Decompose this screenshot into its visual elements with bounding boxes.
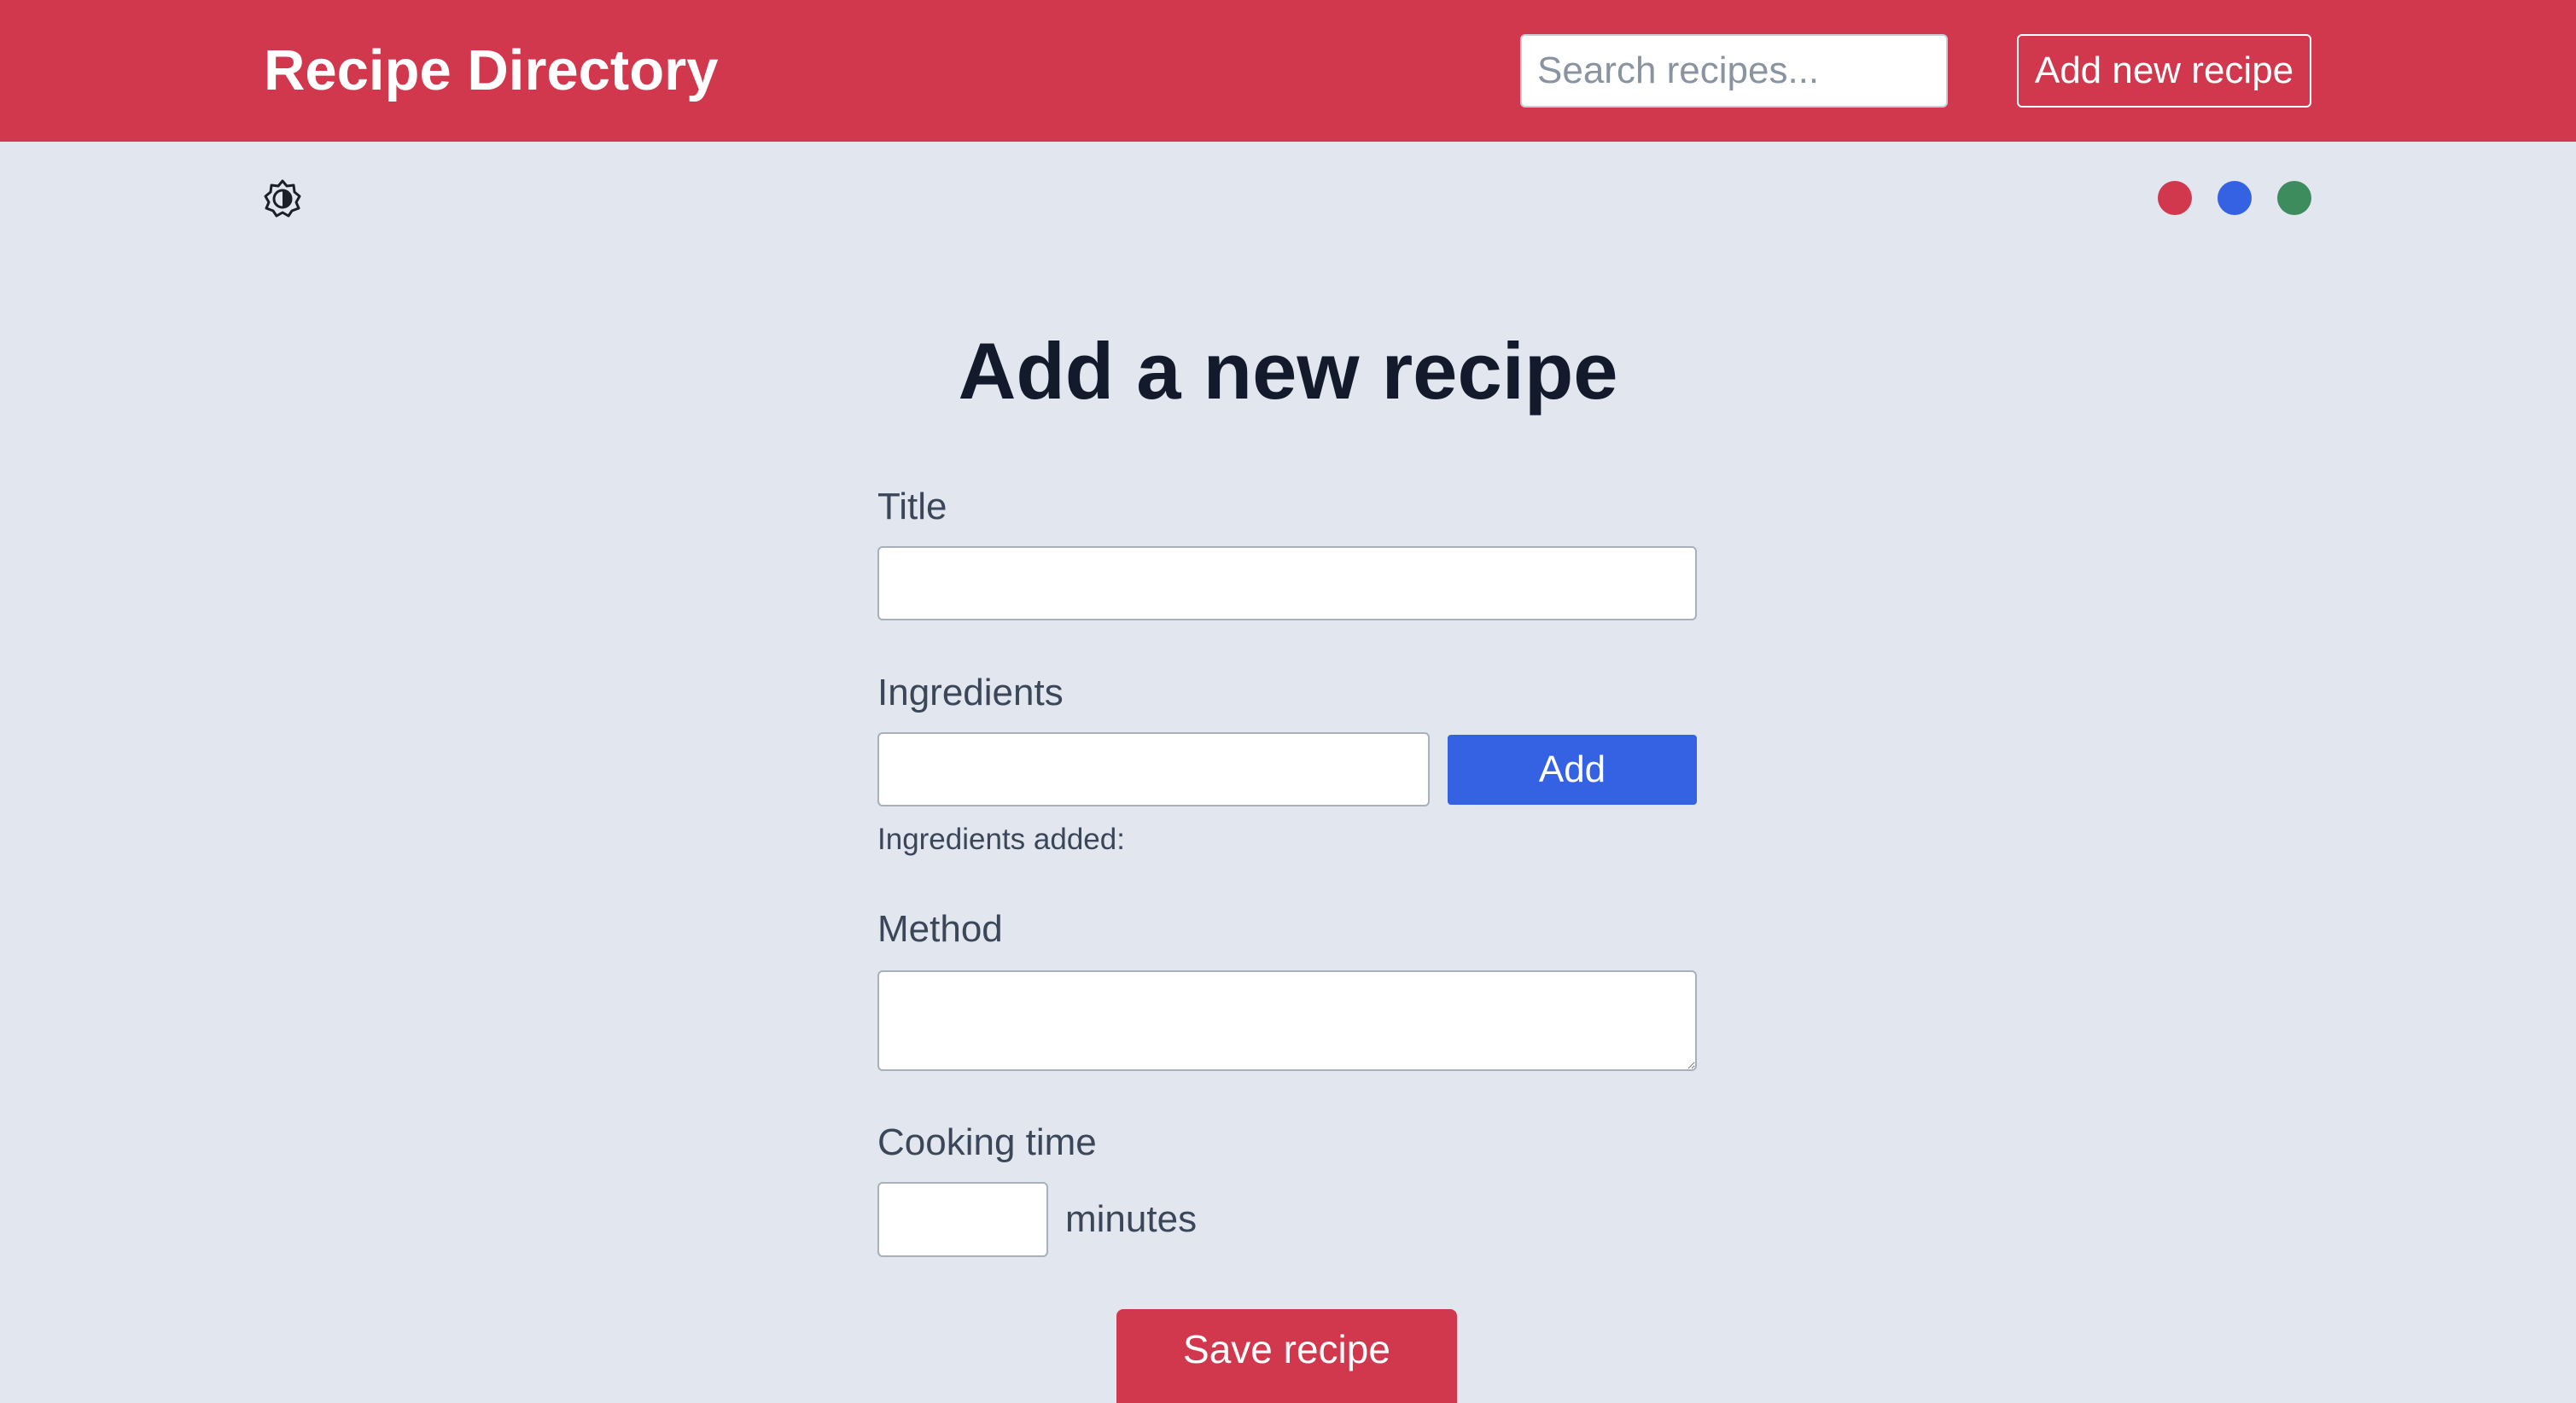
theme-color-red[interactable] [2158, 181, 2192, 215]
add-new-recipe-button[interactable]: Add new recipe [2017, 34, 2311, 108]
cooking-time-label: Cooking time [877, 1121, 1097, 1163]
ingredients-added-text: Ingredients added: [877, 823, 1125, 856]
title-label: Title [877, 486, 947, 527]
brand-title[interactable]: Recipe Directory [264, 34, 719, 108]
theme-color-blue[interactable] [2218, 181, 2252, 215]
ingredient-input[interactable] [877, 732, 1430, 806]
method-textarea[interactable] [877, 970, 1697, 1071]
save-recipe-button[interactable]: Save recipe [1116, 1309, 1457, 1403]
ingredients-label: Ingredients [877, 672, 1064, 713]
title-input[interactable] [877, 546, 1697, 620]
cooking-time-unit: minutes [1065, 1198, 1198, 1240]
page-title: Add a new recipe [958, 326, 1618, 416]
top-navbar: Recipe Directory Add new recipe [0, 0, 2576, 142]
search-input[interactable] [1520, 34, 1948, 108]
brightness-contrast-icon[interactable] [260, 176, 305, 220]
add-ingredient-button[interactable]: Add [1448, 735, 1697, 805]
method-label: Method [877, 908, 1003, 950]
cooking-time-input[interactable] [877, 1182, 1048, 1257]
theme-color-green[interactable] [2277, 181, 2311, 215]
